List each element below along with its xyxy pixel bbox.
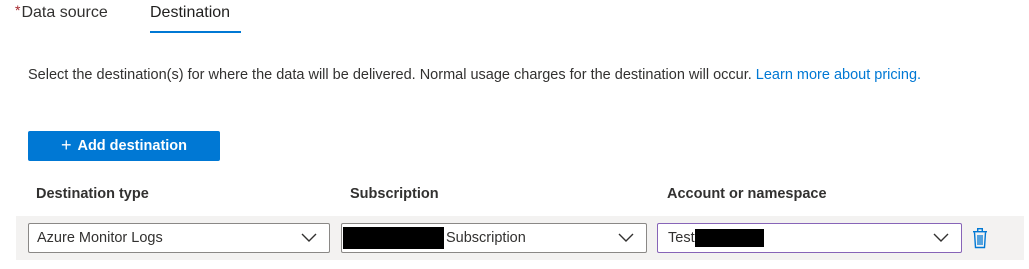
active-tab-indicator [150, 31, 241, 33]
chevron-down-icon [933, 233, 949, 242]
learn-more-pricing-link[interactable]: Learn more about pricing. [756, 67, 921, 83]
destination-type-value: Azure Monitor Logs [37, 230, 163, 246]
description-text: Select the destination(s) for where the … [28, 67, 756, 83]
add-destination-label: Add destination [77, 138, 188, 154]
tab-data-source[interactable]: *Data source [15, 2, 108, 22]
subscription-value: Subscription [446, 230, 526, 246]
header-account-namespace: Account or namespace [667, 186, 827, 202]
redacted-block [694, 229, 764, 247]
tab-destination-label: Destination [150, 4, 231, 21]
destination-type-dropdown[interactable]: Azure Monitor Logs [28, 223, 330, 253]
tab-destination[interactable]: Destination [150, 4, 230, 22]
header-subscription: Subscription [350, 186, 439, 202]
tab-bar: *Data source Destination [0, 0, 1029, 36]
description: Select the destination(s) for where the … [28, 64, 988, 87]
chevron-down-icon [618, 233, 634, 242]
required-marker: * [15, 2, 21, 18]
chevron-down-icon [301, 233, 317, 242]
trash-icon[interactable] [970, 226, 990, 250]
plus-icon: + [60, 135, 72, 155]
header-destination-type: Destination type [36, 186, 149, 202]
account-value: Test [668, 230, 695, 246]
subscription-dropdown[interactable]: Subscription [341, 223, 647, 253]
tab-data-source-label: Data source [21, 4, 108, 21]
redacted-block [343, 227, 444, 249]
account-namespace-dropdown[interactable]: Test [657, 223, 962, 253]
add-destination-button[interactable]: + Add destination [28, 131, 220, 161]
